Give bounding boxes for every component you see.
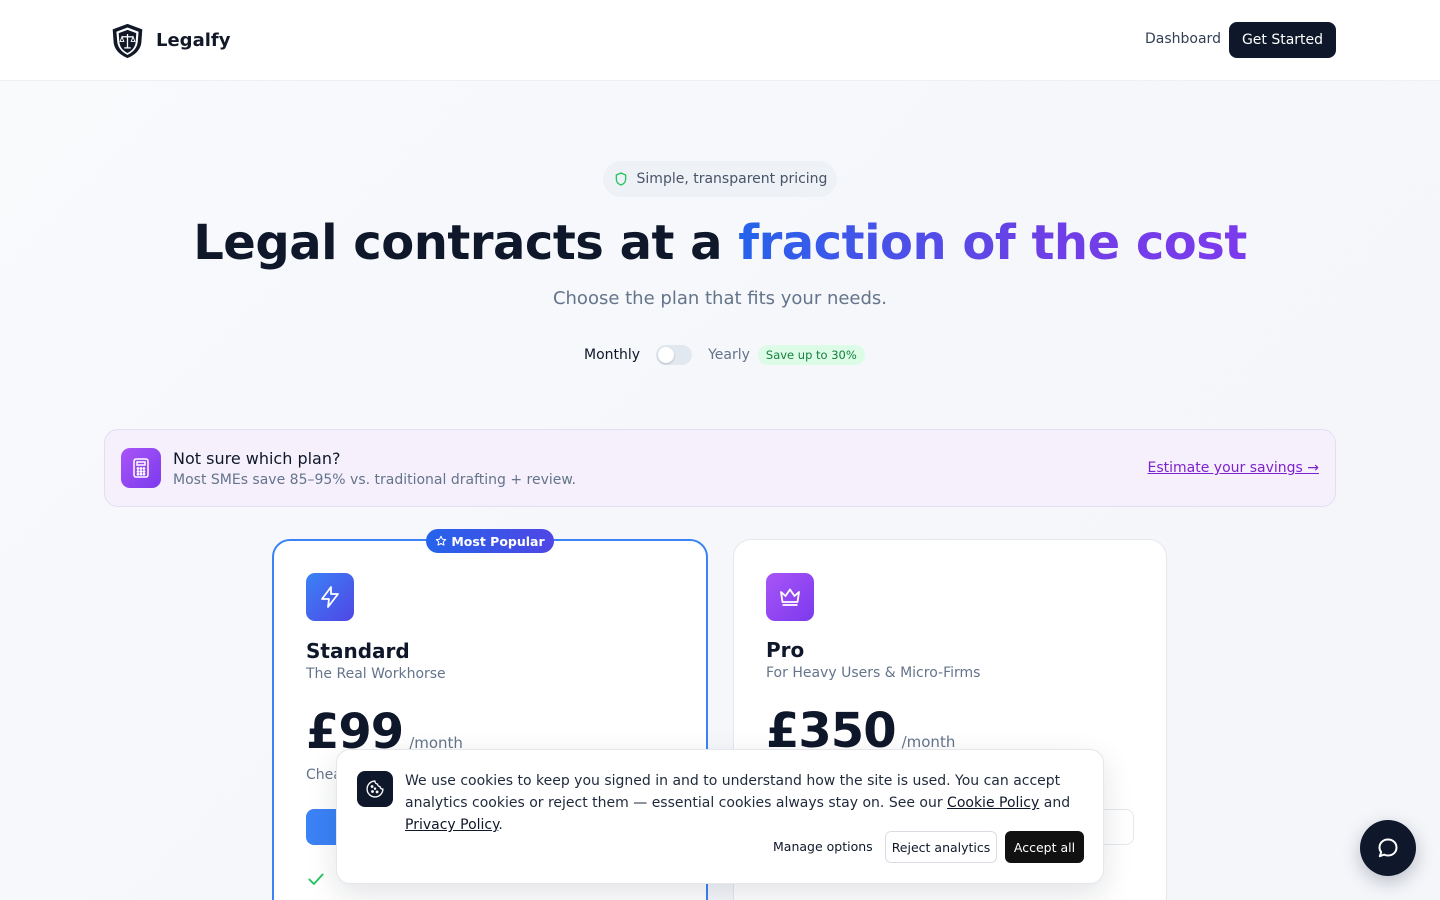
- save-badge: Save up to 30%: [757, 345, 865, 365]
- site-header: Legalfy Dashboard Get Started: [0, 0, 1440, 81]
- plan-name: Standard: [306, 639, 410, 663]
- title-highlight: fraction of the cost: [738, 215, 1247, 271]
- check-icon: [308, 873, 324, 885]
- lightning-icon: [306, 573, 354, 621]
- most-popular-label: Most Popular: [451, 533, 545, 549]
- page-title: Legal contracts at a fraction of the cos…: [0, 215, 1440, 271]
- most-popular-badge: Most Popular: [426, 529, 554, 553]
- savings-banner: Not sure which plan? Most SMEs save 85–9…: [104, 429, 1336, 507]
- plan-tagline: The Real Workhorse: [306, 666, 446, 682]
- nav-dashboard-link[interactable]: Dashboard: [1145, 31, 1221, 47]
- manage-options-button[interactable]: Manage options: [773, 839, 873, 854]
- pricing-badge: Simple, transparent pricing: [603, 161, 837, 197]
- pricing-badge-label: Simple, transparent pricing: [636, 171, 828, 187]
- chat-bubble-icon: [1378, 838, 1398, 858]
- cookie-icon: [357, 771, 393, 807]
- reject-analytics-button[interactable]: Reject analytics: [885, 831, 997, 863]
- page-subtitle: Choose the plan that fits your needs.: [552, 288, 888, 309]
- shield-scales-icon: [112, 23, 143, 59]
- savings-title: Not sure which plan?: [173, 449, 341, 468]
- privacy-policy-link[interactable]: Privacy Policy: [405, 817, 498, 833]
- chat-button[interactable]: [1360, 820, 1416, 876]
- get-started-button[interactable]: Get Started: [1229, 22, 1336, 58]
- cookie-message: We use cookies to keep you signed in and…: [405, 770, 1085, 836]
- toggle-knob: [658, 347, 675, 363]
- title-plain: Legal contracts at a: [193, 215, 739, 271]
- plan-tagline: For Heavy Users & Micro-Firms: [766, 665, 981, 681]
- savings-description: Most SMEs save 85–95% vs. traditional dr…: [173, 472, 576, 488]
- cookie-text-and: and: [1039, 795, 1071, 811]
- plan-name: Pro: [766, 638, 805, 662]
- cookie-policy-link[interactable]: Cookie Policy: [947, 795, 1039, 811]
- crown-icon: [766, 573, 814, 621]
- calculator-icon: [121, 448, 161, 488]
- star-icon: [436, 535, 447, 546]
- billing-toggle-group: Monthly Yearly Save up to 30%: [584, 342, 865, 368]
- estimate-savings-link[interactable]: Estimate your savings →: [1148, 460, 1320, 476]
- billing-monthly-label[interactable]: Monthly: [584, 347, 640, 363]
- cookie-banner: We use cookies to keep you signed in and…: [336, 749, 1104, 884]
- shield-icon: [615, 172, 626, 186]
- accept-all-button[interactable]: Accept all: [1005, 831, 1084, 863]
- brand-name: Legalfy: [156, 30, 231, 51]
- cookie-text-period: .: [498, 817, 503, 833]
- brand-logo[interactable]: Legalfy: [109, 22, 230, 59]
- billing-yearly-label[interactable]: Yearly: [708, 347, 750, 363]
- billing-period-toggle[interactable]: [656, 345, 693, 365]
